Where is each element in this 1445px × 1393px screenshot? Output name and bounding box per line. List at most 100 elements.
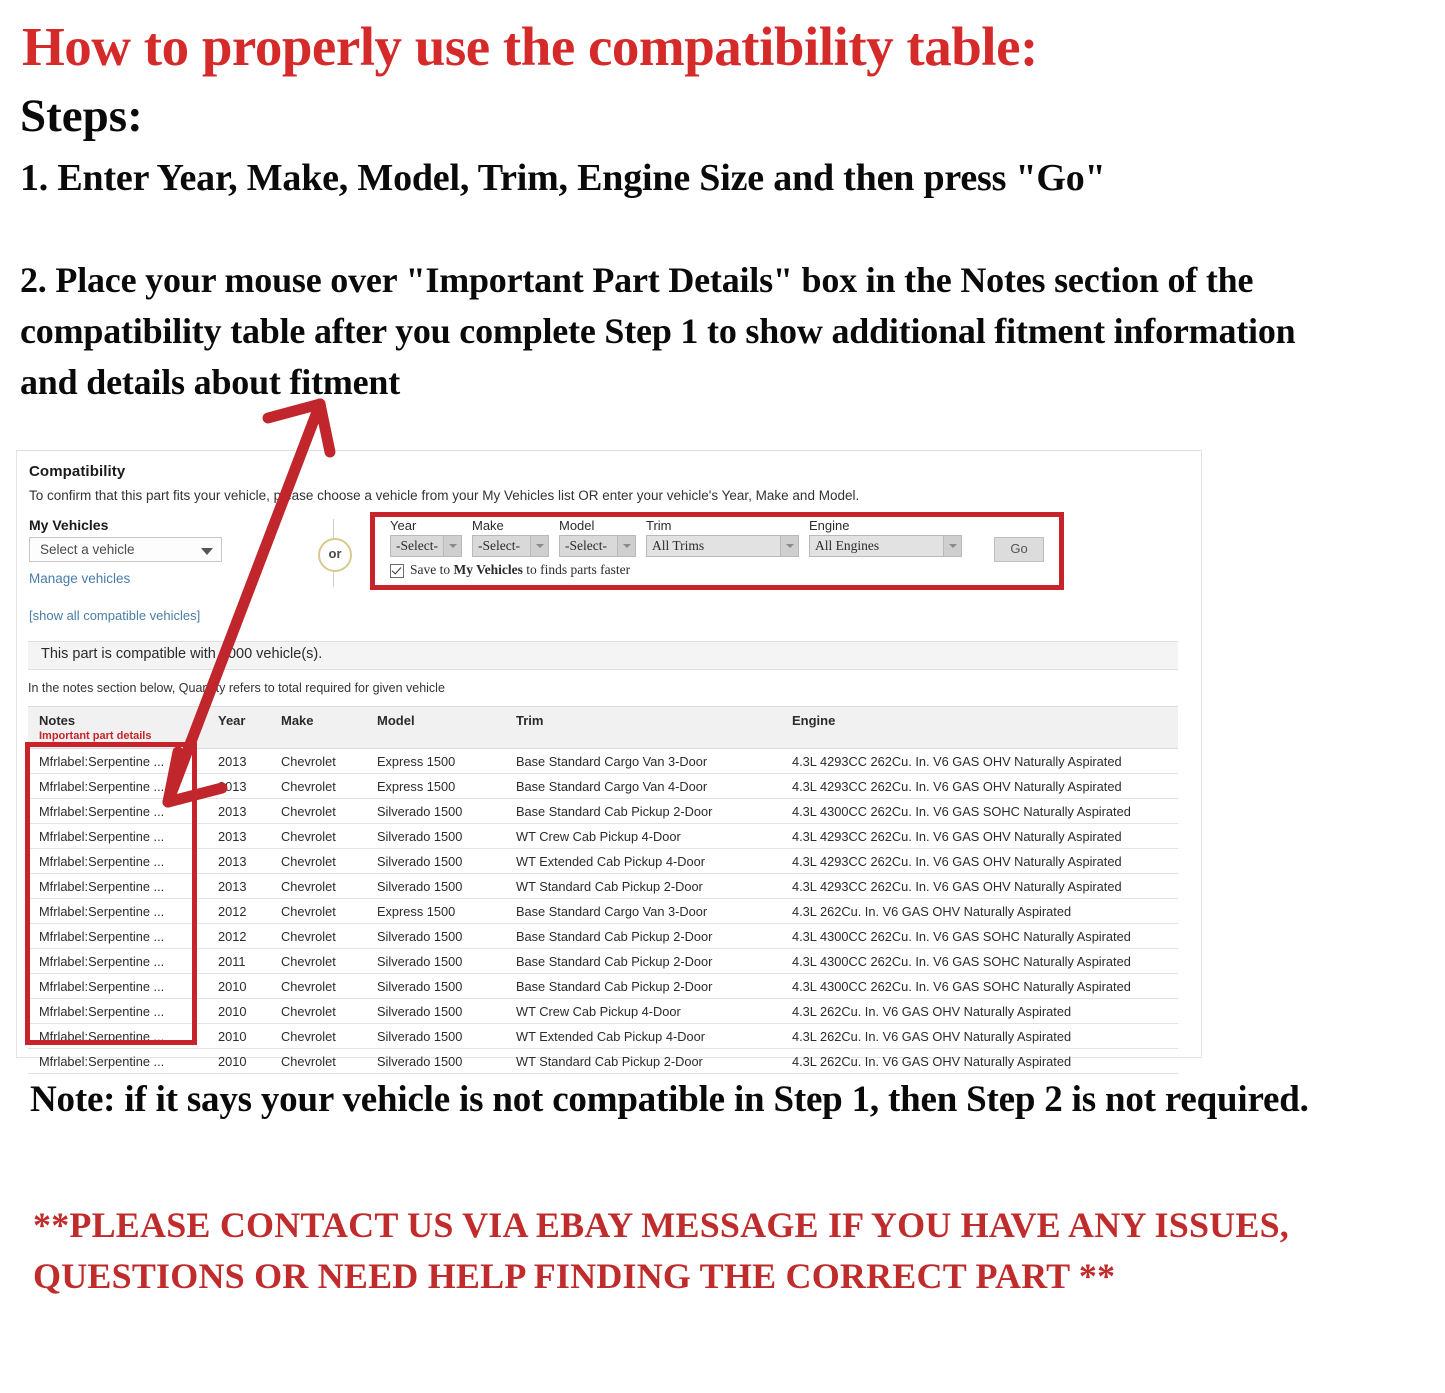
cell-year: 2010 — [207, 973, 270, 999]
cell-notes[interactable]: Mfrlabel:Serpentine ... — [28, 773, 207, 799]
page-title: How to properly use the compatibility ta… — [22, 16, 1038, 77]
column-header-make[interactable]: Make — [270, 706, 366, 749]
show-all-compatible-vehicles-link[interactable]: [show all compatible vehicles] — [29, 608, 200, 623]
cell-model: Silverado 1500 — [366, 973, 505, 999]
table-row: Mfrlabel:Serpentine ... 2010 Chevrolet Silv… — [28, 973, 1178, 999]
vehicle-select-dropdown[interactable]: Select a vehicle — [29, 537, 222, 562]
cell-model: Silverado 1500 — [366, 848, 505, 874]
table-row: Mfrlabel:Serpentine ... 2012 Chevrolet Silv… — [28, 923, 1178, 949]
cell-engine: 4.3L 4293CC 262Cu. In. V6 GAS OHV Natura… — [781, 773, 1178, 799]
cell-trim: Base Standard Cargo Van 3-Door — [505, 748, 781, 774]
cell-engine: 4.3L 4293CC 262Cu. In. V6 GAS OHV Natura… — [781, 848, 1178, 874]
cell-model: Express 1500 — [366, 898, 505, 924]
compatibility-subtitle: To confirm that this part fits your vehi… — [29, 488, 860, 503]
cell-year: 2013 — [207, 823, 270, 849]
cell-notes[interactable]: Mfrlabel:Serpentine ... — [28, 948, 207, 974]
cell-trim: Base Standard Cab Pickup 2-Door — [505, 923, 781, 949]
cell-engine: 4.3L 4293CC 262Cu. In. V6 GAS OHV Natura… — [781, 873, 1178, 899]
cell-engine: 4.3L 4300CC 262Cu. In. V6 GAS SOHC Natur… — [781, 798, 1178, 824]
column-header-model[interactable]: Model — [366, 706, 505, 749]
cell-year: 2012 — [207, 898, 270, 924]
fitment-table: Notes Important part details Year Make M… — [28, 706, 1178, 1074]
cell-model: Express 1500 — [366, 748, 505, 774]
cell-trim: WT Extended Cab Pickup 4-Door — [505, 1023, 781, 1049]
cell-engine: 4.3L 4293CC 262Cu. In. V6 GAS OHV Natura… — [781, 748, 1178, 774]
cell-engine: 4.3L 4293CC 262Cu. In. V6 GAS OHV Natura… — [781, 823, 1178, 849]
cell-make: Chevrolet — [270, 823, 366, 849]
chevron-down-icon — [201, 548, 213, 555]
my-vehicles-label: My Vehicles — [29, 517, 109, 533]
compatibility-result-banner: This part is compatible with 1000 vehicl… — [28, 641, 1178, 670]
contact-text: **PLEASE CONTACT US VIA EBAY MESSAGE IF … — [33, 1205, 1290, 1297]
cell-make: Chevrolet — [270, 848, 366, 874]
cell-engine: 4.3L 262Cu. In. V6 GAS OHV Naturally Asp… — [781, 898, 1178, 924]
cell-notes[interactable]: Mfrlabel:Serpentine ... — [28, 973, 207, 999]
manage-vehicles-link[interactable]: Manage vehicles — [29, 571, 130, 586]
compatibility-heading: Compatibility — [29, 463, 126, 480]
cell-notes[interactable]: Mfrlabel:Serpentine ... — [28, 1023, 207, 1049]
cell-engine: 4.3L 262Cu. In. V6 GAS OHV Naturally Asp… — [781, 998, 1178, 1024]
important-part-details-label[interactable]: Important part details — [39, 730, 207, 742]
cell-model: Express 1500 — [366, 773, 505, 799]
instruction-graphic: How to properly use the compatibility ta… — [0, 0, 1445, 1393]
cell-notes[interactable]: Mfrlabel:Serpentine ... — [28, 823, 207, 849]
cell-year: 2013 — [207, 798, 270, 824]
cell-make: Chevrolet — [270, 773, 366, 799]
cell-year: 2010 — [207, 998, 270, 1024]
cell-trim: WT Standard Cab Pickup 2-Door — [505, 1048, 781, 1074]
table-row: Mfrlabel:Serpentine ... 2013 Chevrolet Silv… — [28, 848, 1178, 874]
cell-year: 2011 — [207, 948, 270, 974]
cell-model: Silverado 1500 — [366, 948, 505, 974]
cell-year: 2013 — [207, 748, 270, 774]
cell-engine: 4.3L 262Cu. In. V6 GAS OHV Naturally Asp… — [781, 1023, 1178, 1049]
cell-year: 2013 — [207, 773, 270, 799]
column-header-notes-label: Notes — [39, 713, 76, 728]
cell-model: Silverado 1500 — [366, 998, 505, 1024]
cell-year: 2010 — [207, 1048, 270, 1074]
cell-make: Chevrolet — [270, 923, 366, 949]
cell-engine: 4.3L 4300CC 262Cu. In. V6 GAS SOHC Natur… — [781, 973, 1178, 999]
note-text: Note: if it says your vehicle is not com… — [30, 1079, 1309, 1120]
arrow-head-up-right — [314, 398, 336, 458]
fitment-table-head: Notes Important part details Year Make M… — [28, 706, 1178, 749]
column-header-engine[interactable]: Engine — [781, 706, 1178, 749]
compatibility-result-text: This part is compatible with 1000 vehicl… — [41, 646, 323, 662]
cell-make: Chevrolet — [270, 973, 366, 999]
cell-model: Silverado 1500 — [366, 923, 505, 949]
cell-model: Silverado 1500 — [366, 873, 505, 899]
cell-notes[interactable]: Mfrlabel:Serpentine ... — [28, 898, 207, 924]
cell-notes[interactable]: Mfrlabel:Serpentine ... — [28, 748, 207, 774]
table-row: Mfrlabel:Serpentine ... 2013 Chevrolet Silv… — [28, 823, 1178, 849]
cell-make: Chevrolet — [270, 873, 366, 899]
cell-trim: WT Crew Cab Pickup 4-Door — [505, 823, 781, 849]
cell-engine: 4.3L 4300CC 262Cu. In. V6 GAS SOHC Natur… — [781, 948, 1178, 974]
table-row: Mfrlabel:Serpentine ... 2013 Chevrolet Silv… — [28, 873, 1178, 899]
column-header-trim[interactable]: Trim — [505, 706, 781, 749]
cell-make: Chevrolet — [270, 948, 366, 974]
cell-trim: Base Standard Cab Pickup 2-Door — [505, 973, 781, 999]
table-row: Mfrlabel:Serpentine ... 2013 Chevrolet Expr… — [28, 748, 1178, 774]
cell-make: Chevrolet — [270, 748, 366, 774]
cell-model: Silverado 1500 — [366, 1023, 505, 1049]
steps-label: Steps: — [20, 90, 143, 142]
column-header-notes[interactable]: Notes Important part details — [28, 706, 207, 749]
cell-notes[interactable]: Mfrlabel:Serpentine ... — [28, 923, 207, 949]
cell-notes[interactable]: Mfrlabel:Serpentine ... — [28, 998, 207, 1024]
or-divider-label: or — [318, 538, 352, 572]
table-row: Mfrlabel:Serpentine ... 2010 Chevrolet Silv… — [28, 1048, 1178, 1074]
step-2-text: 2. Place your mouse over "Important Part… — [20, 260, 1296, 403]
cell-make: Chevrolet — [270, 1048, 366, 1074]
cell-notes[interactable]: Mfrlabel:Serpentine ... — [28, 873, 207, 899]
column-header-year[interactable]: Year — [207, 706, 270, 749]
cell-notes[interactable]: Mfrlabel:Serpentine ... — [28, 1048, 207, 1074]
quantity-note: In the notes section below, Quantity ref… — [28, 681, 445, 695]
cell-trim: WT Standard Cab Pickup 2-Door — [505, 873, 781, 899]
cell-trim: WT Extended Cab Pickup 4-Door — [505, 848, 781, 874]
cell-notes[interactable]: Mfrlabel:Serpentine ... — [28, 848, 207, 874]
cell-make: Chevrolet — [270, 1023, 366, 1049]
cell-year: 2013 — [207, 873, 270, 899]
table-row: Mfrlabel:Serpentine ... 2012 Chevrolet Expr… — [28, 898, 1178, 924]
table-row: Mfrlabel:Serpentine ... 2013 Chevrolet Silv… — [28, 798, 1178, 824]
cell-trim: Base Standard Cab Pickup 2-Door — [505, 798, 781, 824]
cell-notes[interactable]: Mfrlabel:Serpentine ... — [28, 798, 207, 824]
